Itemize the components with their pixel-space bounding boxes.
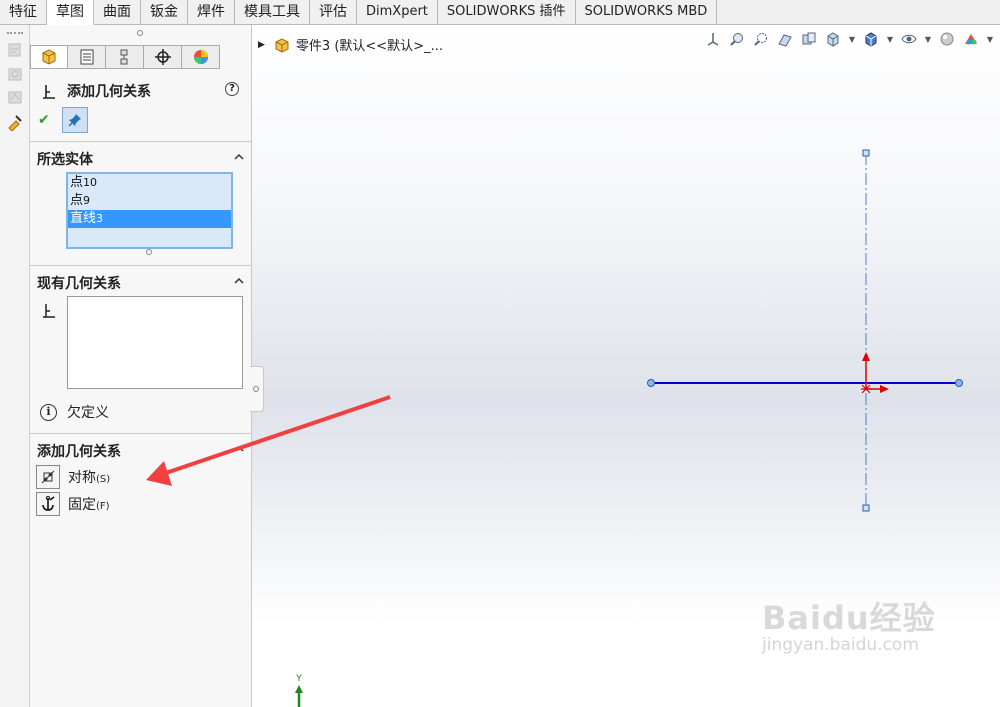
divider [30, 265, 252, 266]
point-10[interactable] [647, 379, 655, 387]
centerline-endpoint-top[interactable] [862, 149, 870, 157]
selected-entities-heading: 所选实体 [37, 152, 93, 168]
y-axis-label: Y [295, 674, 302, 684]
property-manager-icon [80, 49, 93, 65]
existing-relations-list[interactable] [67, 296, 243, 389]
panel-resize-handle[interactable] [137, 30, 143, 36]
dimxpert-manager-icon [154, 49, 171, 65]
display-manager-tab[interactable] [182, 45, 220, 69]
manager-tabs [30, 45, 220, 69]
property-manager-panel: 添加几何关系 ? ✔ 所选实体 点10 点9 直线3 现有几何关系 i 欠定义 … [30, 25, 252, 707]
collapse-caret-icon[interactable] [234, 276, 244, 286]
relation-icon [43, 85, 55, 99]
tab-surfaces[interactable]: 曲面 [94, 0, 141, 25]
info-icon: i [40, 403, 57, 421]
command-manager-tabs: 特征 草图 曲面 钣金 焊件 模具工具 评估 DimXpert SOLIDWOR… [0, 0, 1000, 25]
list-item[interactable]: 点9 [68, 192, 231, 210]
left-tool-strip [0, 25, 30, 707]
collapse-caret-icon[interactable] [234, 152, 244, 162]
list-item-selected[interactable]: 直线3 [68, 210, 231, 228]
fix-relation-option[interactable]: 固定(F) [36, 492, 110, 516]
dimxpert-manager-tab[interactable] [144, 45, 182, 69]
add-relation-tool-icon[interactable] [6, 113, 24, 131]
tab-solidworks-mbd[interactable]: SOLIDWORKS MBD [576, 0, 718, 25]
tab-sheet-metal[interactable]: 钣金 [141, 0, 188, 25]
panel-collapse-tab[interactable] [250, 366, 264, 412]
tab-features[interactable]: 特征 [0, 0, 47, 25]
display-manager-icon [193, 50, 208, 64]
configuration-manager-tab[interactable] [106, 45, 144, 69]
relation-icon [43, 304, 55, 318]
point-9[interactable] [955, 379, 963, 387]
watermark-url: jingyan.baidu.com [762, 635, 919, 655]
watermark-title: Baidu经验 [762, 599, 936, 637]
tab-sketch[interactable]: 草图 [47, 0, 94, 25]
ok-button[interactable]: ✔ [38, 112, 50, 128]
help-icon[interactable]: ? [225, 82, 239, 96]
tab-evaluate[interactable]: 评估 [310, 0, 357, 25]
tab-dimxpert[interactable]: DimXpert [357, 0, 438, 25]
panel-title: 添加几何关系 [39, 81, 151, 101]
centerline-endpoint-bottom[interactable] [862, 504, 870, 512]
sketch-tool-icon-1[interactable] [6, 41, 24, 59]
existing-relations-heading: 现有几何关系 [37, 276, 121, 292]
pin-button[interactable] [62, 107, 88, 133]
tab-mold-tools[interactable]: 模具工具 [235, 0, 310, 25]
fix-label: 固定(F) [68, 497, 110, 513]
axis-triad-icon: Y [295, 674, 303, 707]
symmetric-relation-option[interactable]: 对称(S) [36, 465, 110, 489]
tab-weldments[interactable]: 焊件 [188, 0, 235, 25]
graphics-area[interactable]: ▶ 零件3 (默认<<默认>_... ▼ ▼ ▼ ▼ Y Baidu经验 jin… [146, 25, 1000, 707]
list-item[interactable]: 点10 [68, 174, 231, 192]
anchor-icon [36, 492, 60, 516]
status-row: i 欠定义 [40, 402, 109, 422]
feature-manager-icon [42, 49, 56, 65]
sketch-tool-icon-3[interactable] [6, 88, 24, 106]
symmetric-icon [36, 465, 60, 489]
origin-icon[interactable] [861, 352, 889, 394]
sketch-tool-icon-2[interactable] [6, 65, 24, 83]
selected-entities-list[interactable]: 点10 点9 直线3 [66, 172, 233, 249]
list-resize-grip[interactable] [146, 249, 152, 255]
tab-solidworks-addins[interactable]: SOLIDWORKS 插件 [438, 0, 576, 25]
pin-icon [68, 114, 81, 127]
configuration-manager-icon [120, 49, 127, 65]
feature-manager-tab[interactable] [30, 45, 68, 69]
divider [30, 141, 252, 142]
panel-title-text: 添加几何关系 [67, 84, 151, 100]
strip-grip [7, 32, 23, 36]
property-manager-tab[interactable] [68, 45, 106, 69]
baidu-watermark: Baidu经验 jingyan.baidu.com [762, 593, 936, 655]
